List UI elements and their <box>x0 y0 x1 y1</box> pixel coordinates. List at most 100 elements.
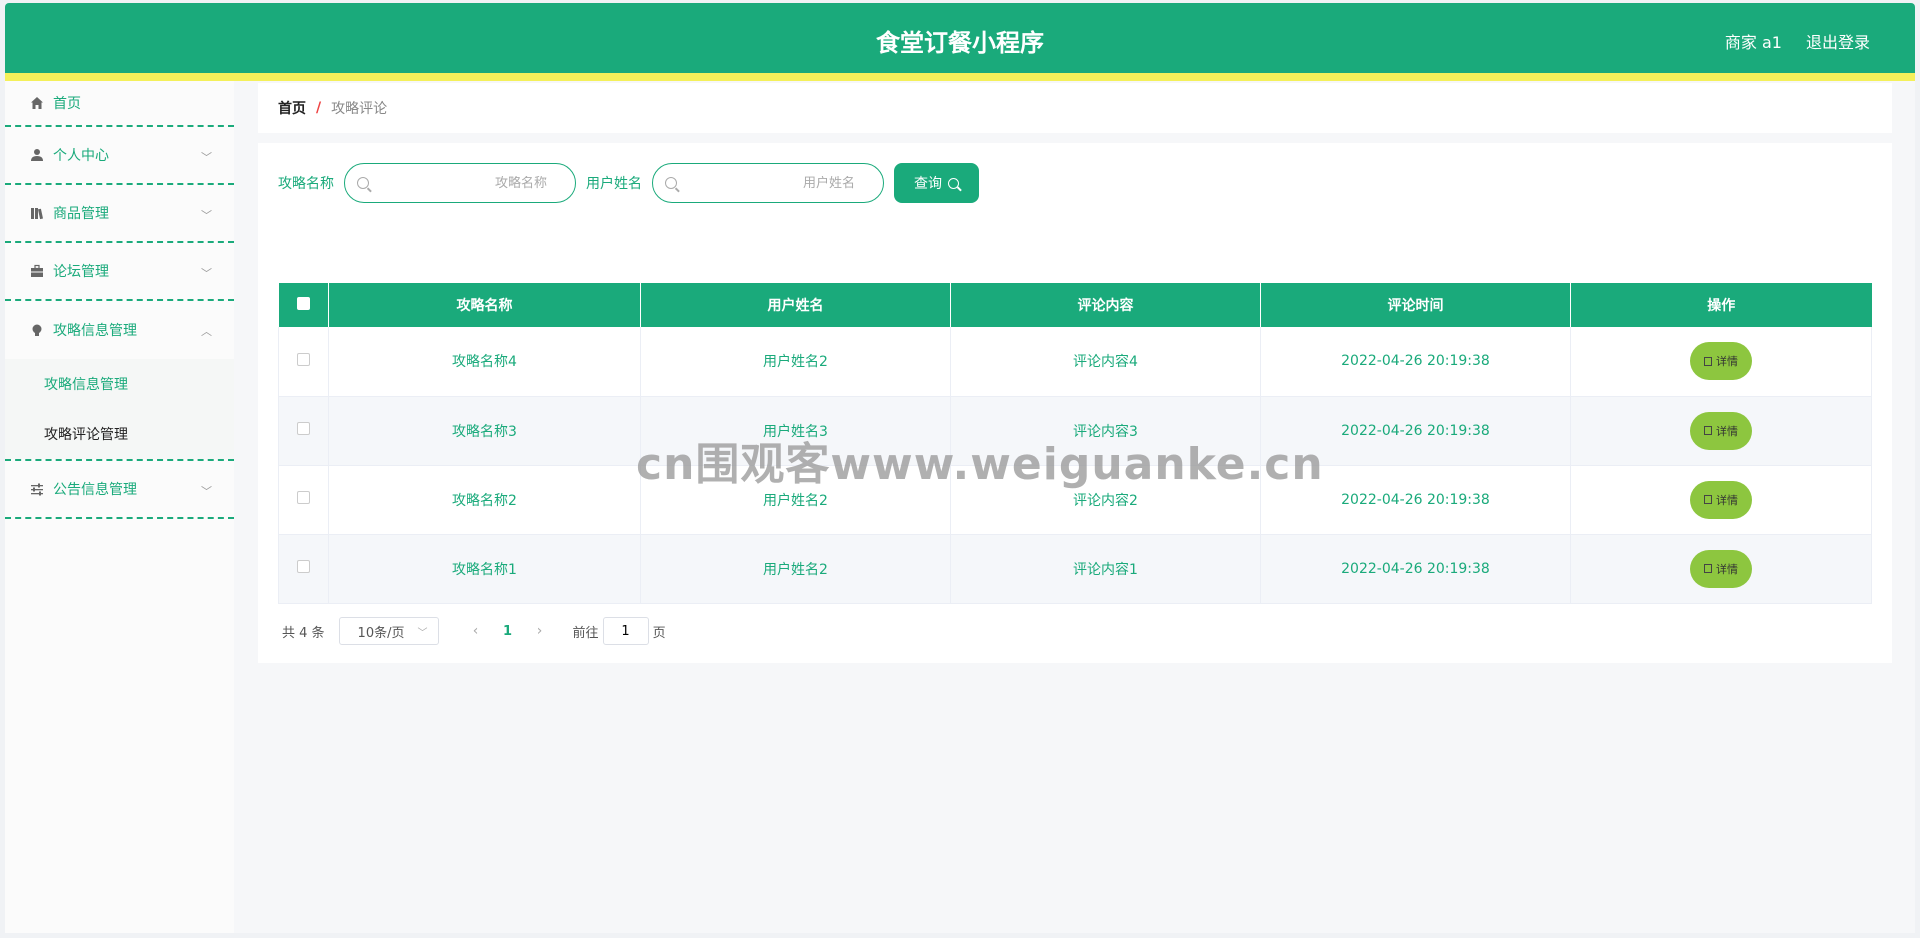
cell-comment-time: 2022-04-26 20:19:38 <box>1260 327 1571 397</box>
current-user-label: 商家 a1 <box>1724 33 1782 52</box>
cell-actions: 详情 <box>1570 396 1872 466</box>
sidebar-item-label: 攻略信息管理 <box>53 323 137 339</box>
document-icon <box>1704 426 1712 435</box>
detail-button-label: 详情 <box>1716 355 1738 369</box>
column-header: 用户姓名 <box>640 283 951 327</box>
cell-user-name: 用户姓名2 <box>640 534 951 604</box>
pagination-total: 共 4 条 <box>282 625 325 641</box>
row-checkbox[interactable] <box>297 422 310 435</box>
submenu-guide-info: 攻略信息管理 攻略评论管理 <box>5 359 234 461</box>
row-select-cell <box>278 465 329 535</box>
query-button-label: 查询 <box>914 176 942 192</box>
user-name-label: 用户姓名 <box>586 176 642 192</box>
cell-comment: 评论内容1 <box>950 534 1261 604</box>
content-panel: 攻略名称 用户姓名 查询 攻略名称 用户姓名 评论内容 <box>258 143 1892 663</box>
sidebar-item-label: 个人中心 <box>53 148 109 164</box>
table-header-row: 攻略名称 用户姓名 评论内容 评论时间 操作 <box>278 283 1872 327</box>
user-name-input[interactable] <box>677 175 871 191</box>
breadcrumb: 首页 / 攻略评论 <box>258 83 1892 133</box>
sidebar-item-guide-info-management[interactable]: 攻略信息管理 ︿ <box>5 301 234 359</box>
sidebar-item-label: 商品管理 <box>53 206 109 222</box>
user-name-field <box>652 163 884 203</box>
cell-actions: 详情 <box>1570 465 1872 535</box>
sidebar-item-home[interactable]: 首页 <box>5 81 234 127</box>
page-size-select[interactable]: 10条/页 ﹀ <box>338 617 439 645</box>
row-select-cell <box>278 327 329 397</box>
sidebar-item-label: 公告信息管理 <box>53 482 137 498</box>
watermark: cn围观客www.weiguanke.cn <box>636 439 1324 490</box>
detail-button[interactable]: 详情 <box>1690 480 1752 519</box>
column-header: 评论时间 <box>1260 283 1571 327</box>
main-area: 首页 / 攻略评论 攻略名称 用户姓名 查询 攻略 <box>234 81 1915 933</box>
page-number[interactable]: 1 <box>491 624 525 639</box>
app-title: 食堂订餐小程序 <box>876 29 1044 57</box>
breadcrumb-home[interactable]: 首页 <box>278 98 306 118</box>
books-icon <box>29 205 45 221</box>
next-page-button[interactable]: › <box>525 623 555 639</box>
breadcrumb-current: 攻略评论 <box>331 101 388 117</box>
row-checkbox[interactable] <box>297 491 310 504</box>
detail-button-label: 详情 <box>1716 493 1738 507</box>
bulb-icon <box>29 322 45 338</box>
select-all-checkbox[interactable] <box>296 296 310 310</box>
search-icon <box>357 177 369 189</box>
sidebar-subitem-guide-comments[interactable]: 攻略评论管理 <box>5 409 234 459</box>
prev-page-button[interactable]: ‹ <box>461 623 491 639</box>
cell-comment-time: 2022-04-26 20:19:38 <box>1260 534 1571 604</box>
goto-label: 前往 <box>572 625 599 641</box>
cell-actions: 详情 <box>1570 534 1872 604</box>
document-icon <box>1704 495 1712 504</box>
cell-guide-name: 攻略名称1 <box>328 534 641 604</box>
user-icon <box>29 147 45 163</box>
sidebar-subitem-guide-info[interactable]: 攻略信息管理 <box>5 359 234 409</box>
search-icon <box>665 177 677 189</box>
chevron-down-icon: ﹀ <box>417 627 428 639</box>
briefcase-icon <box>29 263 45 279</box>
sidebar-item-forum-management[interactable]: 论坛管理 ﹀ <box>5 243 234 301</box>
document-icon <box>1704 356 1712 366</box>
detail-button-label: 详情 <box>1716 562 1738 576</box>
pagination: 共 4 条 10条/页 ﹀ ‹ 1 › 前往 页 <box>282 617 666 645</box>
goto-page-input[interactable] <box>602 617 649 645</box>
sidebar: 首页 个人中心 ﹀ 商品管理 ﹀ 论坛管理 ﹀ 攻略信息管理 ︿ 攻略信息管理 … <box>5 81 234 933</box>
table-row: 攻略名称4 用户姓名2 评论内容4 2022-04-26 20:19:38 详情 <box>278 327 1872 397</box>
query-button[interactable]: 查询 <box>894 163 979 203</box>
cell-guide-name: 攻略名称4 <box>328 327 641 397</box>
home-icon <box>29 95 45 111</box>
row-checkbox[interactable] <box>297 352 310 366</box>
chevron-down-icon: ﹀ <box>201 151 212 164</box>
cell-guide-name: 攻略名称3 <box>328 396 641 466</box>
document-icon <box>1704 564 1712 573</box>
header-accent-bar <box>5 73 1915 81</box>
search-icon <box>948 177 959 189</box>
detail-button[interactable]: 详情 <box>1690 549 1752 588</box>
detail-button[interactable]: 详情 <box>1690 411 1752 450</box>
chevron-down-icon: ﹀ <box>201 209 212 222</box>
table-row: 攻略名称1 用户姓名2 评论内容1 2022-04-26 20:19:38 详情 <box>278 534 1872 604</box>
top-header: 食堂订餐小程序 商家 a1 退出登录 <box>5 3 1915 73</box>
page-suffix: 页 <box>652 625 666 641</box>
guide-name-field <box>344 163 576 203</box>
column-header: 攻略名称 <box>328 283 641 327</box>
breadcrumb-separator: / <box>316 100 322 116</box>
cell-guide-name: 攻略名称2 <box>328 465 641 535</box>
guide-name-input[interactable] <box>369 175 563 191</box>
detail-button-label: 详情 <box>1716 424 1738 438</box>
row-select-cell <box>278 396 329 466</box>
logout-link[interactable]: 退出登录 <box>1806 29 1870 53</box>
chevron-down-icon: ﹀ <box>201 267 212 280</box>
chevron-up-icon: ︿ <box>201 325 212 338</box>
sliders-icon <box>29 481 45 497</box>
column-header: 评论内容 <box>950 283 1261 327</box>
cell-comment: 评论内容4 <box>950 327 1261 397</box>
header-actions: 商家 a1 退出登录 <box>1725 29 1870 53</box>
guide-name-label: 攻略名称 <box>278 176 334 192</box>
search-form: 攻略名称 用户姓名 查询 <box>278 163 979 203</box>
row-checkbox[interactable] <box>297 560 310 573</box>
cell-user-name: 用户姓名2 <box>640 327 951 397</box>
sidebar-item-goods-management[interactable]: 商品管理 ﹀ <box>5 185 234 243</box>
sidebar-item-notice-management[interactable]: 公告信息管理 ﹀ <box>5 461 234 519</box>
detail-button[interactable]: 详情 <box>1690 342 1752 381</box>
cell-actions: 详情 <box>1570 327 1872 397</box>
sidebar-item-personal-center[interactable]: 个人中心 ﹀ <box>5 127 234 185</box>
